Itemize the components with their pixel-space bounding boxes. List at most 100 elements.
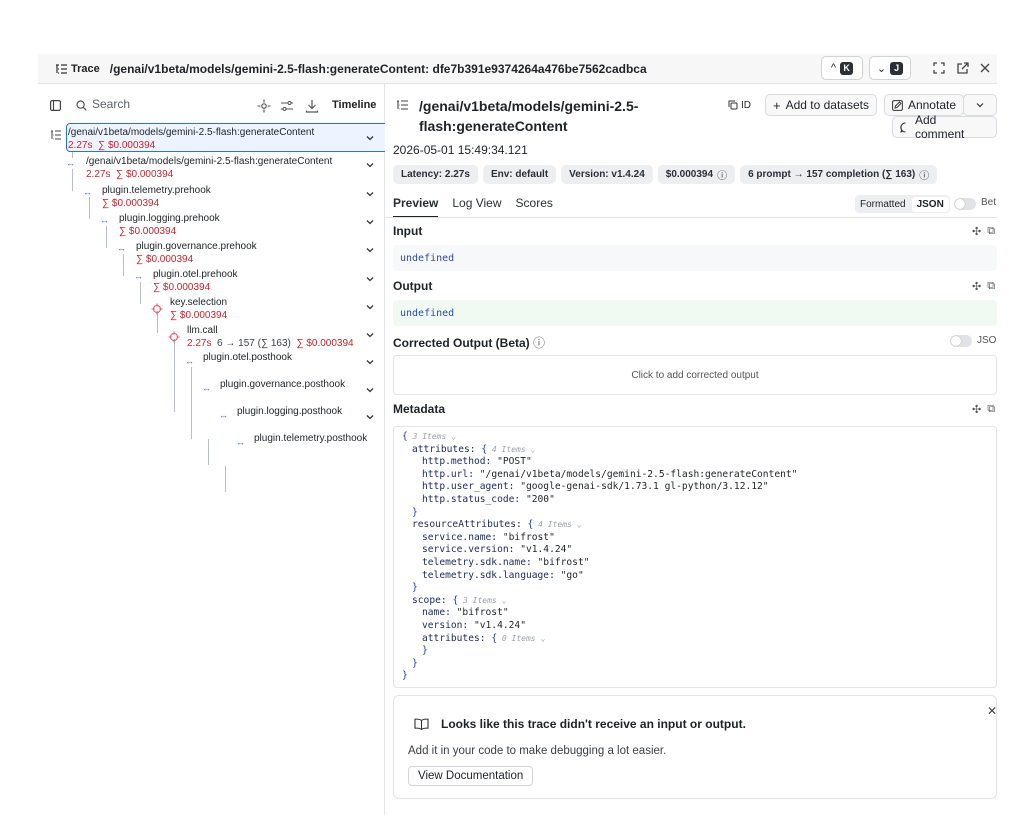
metadata-line: http.url: "/genai/v1beta/models/gemini-2… <box>402 469 988 482</box>
metadata-line: name: "bifrost" <box>402 607 988 620</box>
metadata-line: } <box>402 582 988 595</box>
chevron-down-icon[interactable] <box>365 357 375 367</box>
chevron-down-icon[interactable] <box>365 133 375 143</box>
filter-settings-icon[interactable] <box>280 99 294 113</box>
tree-node[interactable]: ↔ plugin.governance.posthook <box>202 379 382 407</box>
chevron-down-icon[interactable] <box>365 189 375 199</box>
json-option[interactable]: JSON <box>911 196 949 212</box>
metadata-line: telemetry.sdk.language: "go" <box>402 570 988 583</box>
tree-node[interactable]: ↔ plugin.telemetry.posthook <box>236 433 381 461</box>
search-icon <box>76 100 87 111</box>
metadata-item-count[interactable]: 3 Items ⌄ <box>458 596 506 605</box>
tree-connector <box>225 466 226 492</box>
cost-value: $0.000394 <box>665 169 714 180</box>
crosshair-icon <box>151 303 163 315</box>
metadata-line: } <box>402 658 988 671</box>
chevron-down-icon[interactable] <box>365 160 375 170</box>
formatted-option[interactable]: Formatted <box>855 197 911 212</box>
arrows-horizontal-icon: ↔ <box>236 437 245 447</box>
tab-preview[interactable]: Preview <box>393 196 439 218</box>
crosshair-icon[interactable]: ✣ <box>972 280 981 293</box>
shortcut-key-k: K <box>840 61 854 75</box>
tree-node[interactable]: llm.call 2.27s 6 → 157 (∑ 163) ∑ $0.0003… <box>168 325 368 353</box>
corrected-output-label: Corrected Output (Beta) ⓘ <box>393 334 545 351</box>
node-name: plugin.telemetry.posthook <box>254 433 368 444</box>
corrected-json-switch[interactable] <box>950 335 972 347</box>
tree-node[interactable]: ↔ plugin.telemetry.prehook ∑ $0.000394 <box>83 185 353 213</box>
search-input[interactable] <box>92 97 252 111</box>
copy-icon[interactable]: ⧉ <box>987 280 995 293</box>
metadata-value: "bifrost" <box>502 531 555 543</box>
beta-switch[interactable] <box>954 198 976 210</box>
metadata-item-count[interactable]: 4 Items ⌄ <box>487 445 535 454</box>
download-icon[interactable] <box>305 99 319 113</box>
chevron-down-icon[interactable] <box>365 217 375 227</box>
tree-node[interactable]: ↔ plugin.logging.prehook ∑ $0.000394 <box>100 213 350 241</box>
chevron-down-icon[interactable] <box>365 302 375 312</box>
chevron-down-icon[interactable] <box>365 385 375 395</box>
output-label: Output <box>393 279 433 293</box>
close-icon[interactable]: ✕ <box>987 704 997 718</box>
open-new-window-icon[interactable] <box>955 60 971 76</box>
tree-node[interactable]: ↔ plugin.governance.prehook ∑ $0.000394 <box>117 241 357 269</box>
copy-id-button[interactable]: ID <box>728 94 751 116</box>
detail-tabs: Preview Log View Scores <box>393 196 553 218</box>
list-tree-icon <box>56 63 67 74</box>
tokens-value: 6 prompt → 157 completion (∑ 163) <box>748 169 916 180</box>
add-comment-button[interactable]: Add comment <box>892 113 997 141</box>
node-time: 2.27s <box>68 140 93 151</box>
corrected-output-title: Corrected Output (Beta) <box>393 336 530 350</box>
chevron-down-icon[interactable] <box>365 245 375 255</box>
span-badges: Latency: 2.27s Env: default Version: v1.… <box>393 165 938 184</box>
timeline-button[interactable]: Timeline <box>332 99 376 111</box>
view-documentation-button[interactable]: View Documentation <box>408 766 534 786</box>
chevron-down-icon[interactable] <box>365 274 375 284</box>
tree-node[interactable]: ↔ /genai/v1beta/models/gemini-2.5-flash:… <box>66 156 366 184</box>
metadata-item-count[interactable]: 4 Items ⌄ <box>533 520 581 529</box>
node-tokens: 6 → 157 (∑ 163) <box>217 338 291 349</box>
metadata-value: "200" <box>525 493 555 505</box>
output-box: undefined <box>393 300 997 326</box>
close-icon[interactable] <box>977 60 993 76</box>
arrows-horizontal-icon: ↔ <box>66 158 75 168</box>
corrected-output-box[interactable]: Click to add corrected output <box>393 355 997 395</box>
metadata-item-count[interactable]: 0 Items ⌄ <box>497 634 545 643</box>
tree-node[interactable]: ↔ plugin.otel.posthook <box>185 352 365 380</box>
crosshair-icon[interactable]: ✣ <box>972 403 981 416</box>
tab-log-view[interactable]: Log View <box>452 196 501 218</box>
node-name: plugin.otel.posthook <box>203 352 292 363</box>
metadata-key: telemetry.sdk.language: <box>422 569 561 581</box>
tab-scores[interactable]: Scores <box>516 196 553 218</box>
node-meta: ∑ $0.000394 <box>170 310 227 321</box>
next-trace-button[interactable]: ⌄ J <box>869 56 911 80</box>
copy-icon[interactable]: ⧉ <box>987 403 995 416</box>
chevron-down-icon[interactable] <box>365 412 375 422</box>
node-time: 2.27s <box>86 169 111 180</box>
info-icon: ⓘ <box>919 171 930 182</box>
add-comment-label: Add comment <box>915 113 965 141</box>
sidebar-toggle-icon[interactable] <box>50 100 61 111</box>
metadata-line: } <box>402 670 988 683</box>
tree-node[interactable]: /genai/v1beta/models/gemini-2.5-flash:ge… <box>50 127 350 155</box>
info-icon: ⓘ <box>533 336 546 350</box>
metadata-line: { 3 Items ⌄ <box>402 431 988 444</box>
crosshair-icon[interactable]: ✣ <box>972 225 981 238</box>
copy-icon[interactable]: ⧉ <box>987 225 995 238</box>
add-to-datasets-button[interactable]: + Add to datasets <box>765 94 877 116</box>
prev-trace-button[interactable]: ^ K <box>821 56 863 80</box>
expand-icon[interactable] <box>931 60 947 76</box>
crosshair-icon[interactable] <box>257 99 271 113</box>
metadata-value: "google-genai-sdk/1.73.1 gl-python/3.12.… <box>520 481 769 493</box>
metadata-item-count[interactable]: 3 Items ⌄ <box>408 432 456 441</box>
tree-node[interactable]: key.selection ∑ $0.000394 <box>151 297 351 325</box>
edit-icon <box>892 99 903 111</box>
metadata-key: scope: <box>412 594 453 606</box>
plus-icon: + <box>773 97 781 113</box>
tree-node[interactable]: ↔ plugin.logging.posthook <box>219 406 379 434</box>
tree-node[interactable]: ↔ plugin.otel.prehook ∑ $0.000394 <box>134 269 354 297</box>
node-cost: ∑ $0.000394 <box>119 226 177 237</box>
id-label: ID <box>741 99 751 111</box>
format-toggle[interactable]: Formatted JSON <box>855 195 950 213</box>
node-time: 2.27s <box>187 338 212 349</box>
chevron-down-icon[interactable] <box>365 330 375 340</box>
